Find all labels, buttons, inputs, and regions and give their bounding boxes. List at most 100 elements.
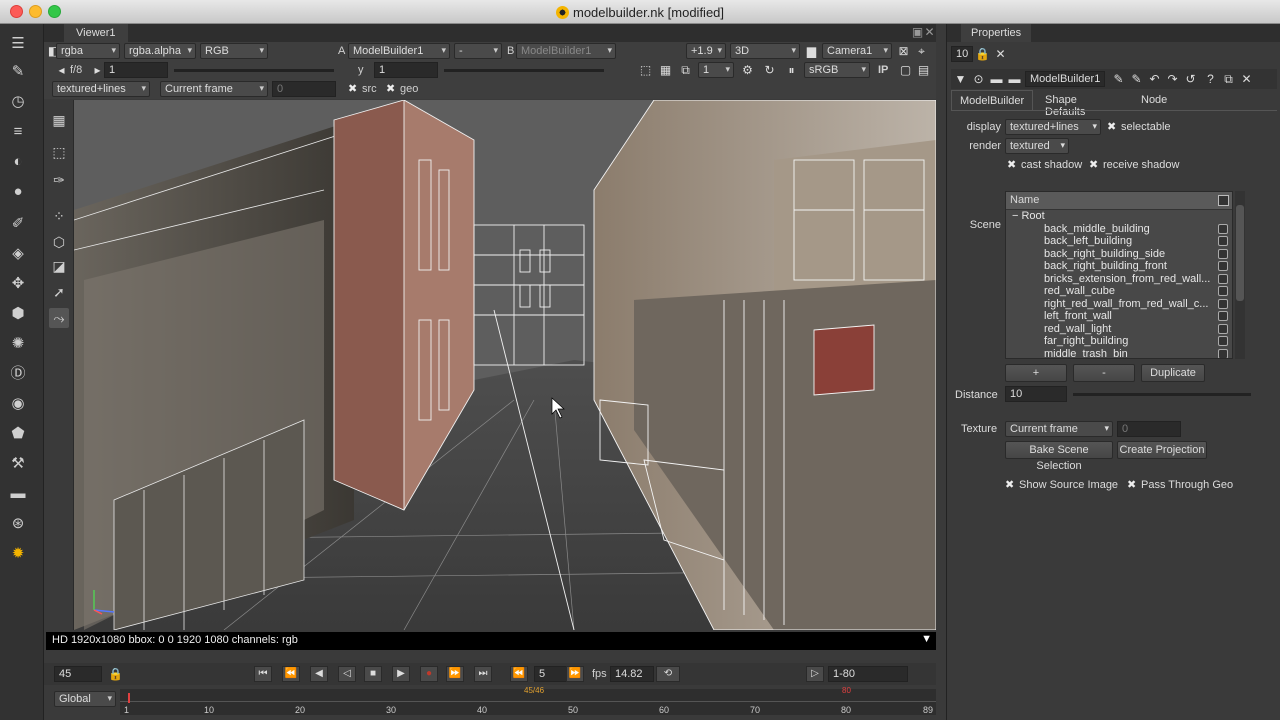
proxy-icon[interactable]: ⧉ xyxy=(678,63,693,77)
info-expand-icon[interactable]: ▼ xyxy=(921,633,932,645)
undo-icon[interactable]: ↶ xyxy=(1147,72,1162,86)
pause-update-icon[interactable]: ⚙ xyxy=(740,63,755,77)
scene-list-item[interactable]: red_wall_cube xyxy=(1006,285,1232,298)
lock-panel-icon[interactable]: 🔒 xyxy=(975,47,990,61)
geo-checkbox[interactable]: ✖ xyxy=(386,82,395,95)
visibility-toggle-icon[interactable] xyxy=(1218,348,1228,358)
timeline-ruler[interactable]: 1 10 20 30 40 50 60 70 80 89 45/46 80 xyxy=(120,686,936,715)
collapse-icon[interactable]: ▼ xyxy=(953,72,968,86)
gamma-slider[interactable] xyxy=(444,69,604,72)
distance-slider[interactable] xyxy=(1073,393,1251,396)
prev-frame-button[interactable]: ◀ xyxy=(310,666,328,682)
tab-node[interactable]: Node xyxy=(1133,90,1175,110)
visibility-toggle-icon[interactable] xyxy=(1218,273,1228,284)
in-point-handle[interactable] xyxy=(128,693,130,703)
crop-icon[interactable]: ⬚ xyxy=(49,142,69,162)
lut-dropdown[interactable]: sRGB xyxy=(804,62,870,78)
src-checkbox[interactable]: ✖ xyxy=(348,82,357,95)
receive-shadow-checkbox[interactable]: ✖ xyxy=(1089,158,1098,171)
remove-scene-button[interactable]: - xyxy=(1073,364,1135,382)
scene-list-item[interactable]: back_left_building xyxy=(1006,235,1232,248)
tab-viewer1[interactable]: Viewer1 xyxy=(64,24,128,42)
interactive-icon[interactable]: ⌖ xyxy=(914,44,929,58)
add-scene-button[interactable]: + xyxy=(1005,364,1067,382)
visibility-toggle-icon[interactable] xyxy=(1218,311,1228,321)
float-icon[interactable]: ⧉ xyxy=(1221,72,1236,86)
scene-list-item[interactable]: left_front_wall xyxy=(1006,310,1232,323)
create-projection-button[interactable]: Create Projection xyxy=(1117,441,1207,459)
edit-icon[interactable]: ✎ xyxy=(1111,72,1126,86)
proxy-dropdown[interactable]: 1 xyxy=(698,62,734,78)
viewer-display-dropdown[interactable]: textured+lines xyxy=(52,81,150,97)
channels-dropdown[interactable]: rgba xyxy=(56,43,120,59)
transform-icon[interactable]: ✥ xyxy=(8,274,28,294)
metadata-icon[interactable]: ⬟ xyxy=(8,424,28,444)
edit2-icon[interactable]: ✎ xyxy=(1129,72,1144,86)
max-panels-field[interactable]: 10 xyxy=(951,46,973,62)
increment-field[interactable]: 5 xyxy=(534,666,568,682)
node-name-field[interactable]: ModelBuilder1 xyxy=(1025,71,1105,87)
a-input-dropdown[interactable]: ModelBuilder1 xyxy=(348,43,450,59)
stop-button[interactable]: ■ xyxy=(364,666,382,682)
keyer-icon[interactable]: ✐ xyxy=(8,214,28,234)
mask-icon[interactable]: ▢ xyxy=(898,63,913,77)
fstop-next-icon[interactable]: ▸ xyxy=(90,63,105,77)
model-builder-tool-icon[interactable]: ⤳ xyxy=(49,308,69,328)
node-color-icon[interactable]: ▬ xyxy=(989,72,1004,86)
safe-area-icon[interactable]: ▦ xyxy=(658,63,673,77)
refresh-icon[interactable]: ↻ xyxy=(762,63,777,77)
global-range-dropdown[interactable]: Global xyxy=(54,691,116,707)
frame-range-field[interactable]: 1-80 xyxy=(828,666,908,682)
visibility-toggle-icon[interactable] xyxy=(1218,336,1228,346)
visibility-toggle-icon[interactable] xyxy=(1218,223,1228,234)
step-back-button[interactable]: ⏪ xyxy=(510,666,528,682)
scrollbar-thumb[interactable] xyxy=(1236,205,1244,301)
color-icon[interactable]: ◐ xyxy=(8,152,28,172)
step-forward-button[interactable]: ⏩ xyxy=(566,666,584,682)
nuke-icon[interactable]: ✹ xyxy=(8,544,28,564)
duplicate-button[interactable]: Duplicate xyxy=(1141,364,1205,382)
roi-icon[interactable]: ⬚ xyxy=(638,63,653,77)
gain-slider[interactable] xyxy=(174,69,334,72)
scene-list-item[interactable]: back_right_building_front xyxy=(1006,260,1232,273)
visibility-toggle-icon[interactable] xyxy=(1218,236,1228,246)
gamma-field[interactable]: 1 xyxy=(374,62,438,78)
selectable-checkbox[interactable]: ✖ xyxy=(1107,120,1116,133)
lock-frame-icon[interactable]: 🔒 xyxy=(108,667,123,681)
record-button[interactable]: ● xyxy=(420,666,438,682)
scene-list[interactable]: Name − Root back_middle_building back_lef… xyxy=(1005,191,1233,359)
camera-icon[interactable]: ▆ xyxy=(804,44,819,58)
alpha-dropdown[interactable]: rgba.alpha xyxy=(124,43,196,59)
furnace-icon[interactable]: ⊛ xyxy=(8,514,28,534)
scene-list-item[interactable]: red_wall_light xyxy=(1006,323,1232,336)
scene-list-header[interactable]: Name xyxy=(1006,192,1232,210)
scene-list-item[interactable]: right_red_wall_from_red_wall_c... xyxy=(1006,298,1232,311)
tab-modelbuilder[interactable]: ModelBuilder xyxy=(951,90,1034,110)
filter-icon[interactable]: ● xyxy=(8,182,28,202)
fstop-arrow-icon[interactable]: ◂ xyxy=(54,63,69,77)
views-icon[interactable]: ◉ xyxy=(8,394,28,414)
fstop-label[interactable]: f/8 xyxy=(70,64,82,76)
gain-field[interactable]: 1 xyxy=(104,62,168,78)
frame-mode-dropdown[interactable]: Current frame xyxy=(160,81,268,97)
scene-list-item[interactable]: back_middle_building xyxy=(1006,223,1232,236)
play-backward-button[interactable]: ◁ xyxy=(338,666,356,682)
close-node-icon[interactable]: ✕ xyxy=(1239,72,1254,86)
close-pane-icon[interactable]: ✕ xyxy=(922,25,937,39)
vertex-select-icon[interactable]: ⁘ xyxy=(49,206,69,226)
scene-list-item[interactable]: far_right_building xyxy=(1006,335,1232,348)
view-mode-dropdown[interactable]: 3D xyxy=(730,43,800,59)
redo-icon[interactable]: ↷ xyxy=(1165,72,1180,86)
fps-field[interactable]: 14.82 xyxy=(610,666,654,682)
colorspace-dropdown[interactable]: RGB xyxy=(200,43,268,59)
pause-icon[interactable]: ⏸ xyxy=(784,63,799,77)
scene-list-scrollbar[interactable] xyxy=(1235,191,1245,359)
menu-icon[interactable]: ☰ xyxy=(8,34,28,54)
center-node-icon[interactable]: ⊙ xyxy=(971,72,986,86)
visibility-toggle-icon[interactable] xyxy=(1218,261,1228,271)
object-select-icon[interactable]: ⬡ xyxy=(49,232,69,252)
channel-icon[interactable]: ≡ xyxy=(8,122,28,142)
help-icon[interactable]: ? xyxy=(1203,72,1218,86)
next-keyframe-button[interactable]: ⏩ xyxy=(446,666,464,682)
face-select-icon[interactable]: ◪ xyxy=(49,256,69,276)
